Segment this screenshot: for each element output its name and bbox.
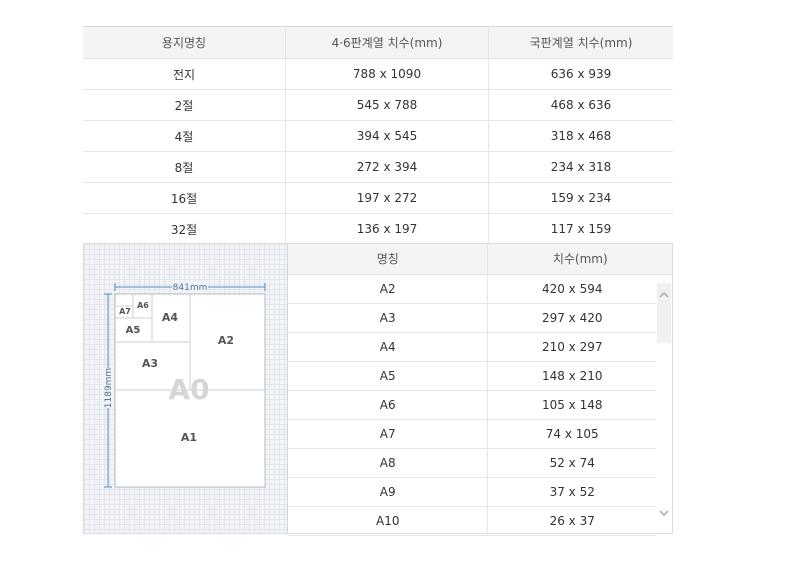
table-cell: 159 x 234 xyxy=(488,182,673,214)
table-cell: 136 x 197 xyxy=(285,213,489,246)
column-header: 치수(mm) xyxy=(487,244,672,274)
table-cell: A10 xyxy=(375,514,400,528)
a-series-diagram: 841mm 1189mm A0 A1 A2 A3 A4 A5 A6 A7 xyxy=(84,244,288,533)
column-header: 국판계열 치수(mm) xyxy=(488,26,673,59)
table-row: 32절 136 x 197 117 x 159 xyxy=(83,213,673,246)
table-cell: 197 x 272 xyxy=(285,182,489,214)
table-cell: 2절 xyxy=(83,89,286,121)
label-a3: A3 xyxy=(142,357,158,370)
table-cell: 318 x 468 xyxy=(488,120,673,152)
table-row: 4절 394 x 545 318 x 468 xyxy=(83,120,673,152)
table-header-row: 명칭 치수(mm) xyxy=(288,244,672,275)
table-cell: 788 x 1090 xyxy=(285,58,489,90)
table-cell: A9 xyxy=(379,485,396,499)
table-cell: A4 xyxy=(379,340,396,354)
label-a5: A5 xyxy=(126,325,141,336)
table-cell: A3 xyxy=(379,311,396,325)
table-cell: 37 x 52 xyxy=(487,478,656,506)
paper-size-table: 용지명칭 4·6판계열 치수(mm) 국판계열 치수(mm) 전지 788 x … xyxy=(83,26,673,246)
table-cell: 210 x 297 xyxy=(487,333,656,361)
label-a0: A0 xyxy=(168,373,209,406)
table-cell: 32절 xyxy=(83,213,286,246)
table-cell: 117 x 159 xyxy=(488,213,673,246)
table-cell: A7 xyxy=(379,427,396,441)
column-header: 명칭 xyxy=(376,252,399,266)
chevron-down-icon[interactable] xyxy=(658,507,670,519)
table-cell: A8 xyxy=(379,456,396,470)
table-cell: 16절 xyxy=(83,182,286,214)
a-series-table: 명칭 치수(mm) A2 420 x 594 A3 297 x 420 A4 210 … xyxy=(288,244,672,536)
table-row: A9 37 x 52 xyxy=(288,478,656,507)
table-cell: 394 x 545 xyxy=(285,120,489,152)
table-row: 16절 197 x 272 159 x 234 xyxy=(83,182,673,214)
table-row: A5 148 x 210 xyxy=(288,362,656,391)
label-a6: A6 xyxy=(137,301,149,310)
table-cell: 8절 xyxy=(83,151,286,183)
label-a1: A1 xyxy=(181,431,197,444)
table-cell: 전지 xyxy=(83,58,286,90)
table-header-row: 용지명칭 4·6판계열 치수(mm) 국판계열 치수(mm) xyxy=(83,26,673,59)
column-header: 용지명칭 xyxy=(83,26,286,59)
table-row: A2 420 x 594 xyxy=(288,275,656,304)
table-cell: A6 xyxy=(379,398,396,412)
table-cell: 74 x 105 xyxy=(487,420,656,448)
table-cell: 636 x 939 xyxy=(488,58,673,90)
table-row: A4 210 x 297 xyxy=(288,333,656,362)
table-cell: 105 x 148 xyxy=(487,391,656,419)
table-cell: 545 x 788 xyxy=(285,89,489,121)
label-a7: A7 xyxy=(119,307,131,316)
label-a2: A2 xyxy=(218,334,234,347)
vertical-scrollbar[interactable] xyxy=(656,275,672,533)
table-cell: 272 x 394 xyxy=(285,151,489,183)
table-cell: A5 xyxy=(379,369,396,383)
table-cell: 52 x 74 xyxy=(487,449,656,477)
height-label: 1189mm xyxy=(104,368,114,408)
table-row: 8절 272 x 394 234 x 318 xyxy=(83,151,673,183)
table-row: A6 105 x 148 xyxy=(288,391,656,420)
label-a4: A4 xyxy=(162,311,179,324)
table-cell: 234 x 318 xyxy=(488,151,673,183)
column-header: 4·6판계열 치수(mm) xyxy=(285,26,489,59)
table-cell: A2 xyxy=(379,282,396,296)
a-series-rows[interactable]: A2 420 x 594 A3 297 x 420 A4 210 x 297 A5 14… xyxy=(288,275,656,536)
table-cell: 420 x 594 xyxy=(487,275,656,303)
table-cell: 148 x 210 xyxy=(487,362,656,390)
a-series-panel: 841mm 1189mm A0 A1 A2 A3 A4 A5 A6 A7 명칭 … xyxy=(83,243,673,536)
table-cell: 468 x 636 xyxy=(488,89,673,121)
width-label: 841mm xyxy=(173,283,208,293)
table-row: A8 52 x 74 xyxy=(288,449,656,478)
table-row: A3 297 x 420 xyxy=(288,304,656,333)
table-cell: 4절 xyxy=(83,120,286,152)
table-row: A10 26 x 37 xyxy=(288,507,656,536)
table-row: 전지 788 x 1090 636 x 939 xyxy=(83,58,673,90)
table-row: A7 74 x 105 xyxy=(288,420,656,449)
chevron-up-icon[interactable] xyxy=(658,289,670,301)
table-row: 2절 545 x 788 468 x 636 xyxy=(83,89,673,121)
table-cell: 297 x 420 xyxy=(487,304,656,332)
table-cell: 26 x 37 xyxy=(487,507,656,535)
